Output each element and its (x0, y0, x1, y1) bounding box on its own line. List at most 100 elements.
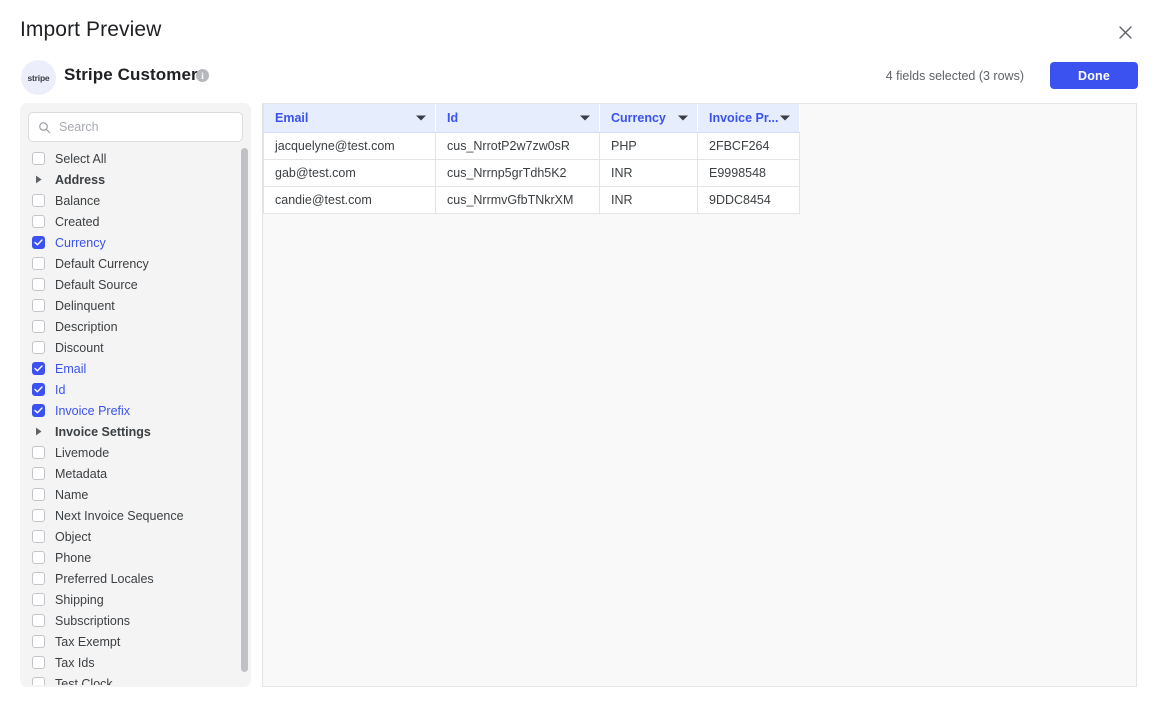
field-checkbox[interactable] (32, 152, 45, 165)
field-label: Balance (55, 193, 101, 208)
import-preview-dialog: Import Preview stripe Stripe Customers i… (0, 0, 1158, 707)
field-row[interactable]: Address (28, 169, 231, 190)
field-row[interactable]: Id (28, 379, 231, 400)
close-icon[interactable] (1114, 21, 1136, 43)
chevron-right-icon[interactable] (32, 173, 45, 186)
field-row[interactable]: Select All (28, 148, 231, 169)
field-row[interactable]: Phone (28, 547, 231, 568)
field-row[interactable]: Default Currency (28, 253, 231, 274)
field-row[interactable]: Metadata (28, 463, 231, 484)
source-title: Stripe Customers (64, 65, 208, 84)
table-row[interactable]: jacquelyne@test.com cus_NrrotP2w7zw0sR PHP… (263, 132, 800, 160)
chevron-down-icon[interactable] (780, 115, 790, 121)
chevron-right-icon[interactable] (32, 425, 45, 438)
search-input[interactable] (59, 120, 239, 134)
field-checkbox[interactable] (32, 635, 45, 648)
search-box[interactable] (28, 112, 243, 142)
table-column-label: Email (275, 110, 309, 125)
field-row[interactable]: Default Source (28, 274, 231, 295)
field-checkbox[interactable] (32, 656, 45, 669)
table-cell-id: cus_Nrrnp5grTdh5K2 (435, 159, 600, 187)
table-cell-invoice_prefix: 9DDC8454 (697, 186, 800, 214)
field-label: Currency (55, 235, 106, 250)
field-checkbox[interactable] (32, 278, 45, 291)
field-checkbox[interactable] (32, 467, 45, 480)
field-checkbox[interactable] (32, 299, 45, 312)
done-button[interactable]: Done (1050, 62, 1138, 89)
field-row[interactable]: Object (28, 526, 231, 547)
table-column-header[interactable]: Email (263, 104, 436, 133)
field-row[interactable]: Tax Ids (28, 652, 231, 673)
field-checkbox[interactable] (32, 446, 45, 459)
field-row[interactable]: Created (28, 211, 231, 232)
chevron-down-icon[interactable] (416, 115, 426, 121)
table-cell-id: cus_NrrmvGfbTNkrXM (435, 186, 600, 214)
field-list-scrollbar-thumb[interactable] (241, 148, 248, 672)
field-label: Address (55, 172, 106, 187)
table-row[interactable]: gab@test.com cus_Nrrnp5grTdh5K2 INR E999854… (263, 159, 800, 187)
field-checkbox[interactable] (32, 614, 45, 627)
table-column-label: Currency (611, 110, 666, 125)
field-checkbox[interactable] (32, 509, 45, 522)
page-title: Import Preview (20, 18, 162, 41)
field-label: Name (55, 487, 89, 502)
field-checkbox[interactable] (32, 530, 45, 543)
field-checkbox[interactable] (32, 404, 45, 417)
field-label: Email (55, 361, 87, 376)
table-column-header[interactable]: Id (435, 104, 600, 133)
field-row[interactable]: Invoice Settings (28, 421, 231, 442)
field-checkbox[interactable] (32, 551, 45, 564)
field-label: Shipping (55, 592, 104, 607)
field-checkbox[interactable] (32, 341, 45, 354)
table-cell-email: gab@test.com (263, 159, 436, 187)
field-row[interactable]: Subscriptions (28, 610, 231, 631)
table-cell-id: cus_NrrotP2w7zw0sR (435, 132, 600, 160)
preview-table: Email Id Currency Invoice Pr... jacquelyne@… (263, 104, 800, 214)
field-checkbox[interactable] (32, 215, 45, 228)
field-row[interactable]: Balance (28, 190, 231, 211)
table-cell-email: candie@test.com (263, 186, 436, 214)
field-row[interactable]: Livemode (28, 442, 231, 463)
table-cell-currency: INR (599, 159, 698, 187)
table-column-header[interactable]: Invoice Pr... (697, 104, 800, 133)
field-checkbox[interactable] (32, 572, 45, 585)
table-column-label: Id (447, 110, 459, 125)
field-row[interactable]: Next Invoice Sequence (28, 505, 231, 526)
field-checkbox[interactable] (32, 194, 45, 207)
table-column-header[interactable]: Currency (599, 104, 698, 133)
field-row[interactable]: Tax Exempt (28, 631, 231, 652)
table-cell-currency: PHP (599, 132, 698, 160)
chevron-down-icon[interactable] (678, 115, 688, 121)
field-row[interactable]: Description (28, 316, 231, 337)
field-list-scrollbar[interactable] (241, 148, 248, 681)
info-icon-glyph: i (201, 70, 204, 81)
field-row[interactable]: Preferred Locales (28, 568, 231, 589)
chevron-down-icon[interactable] (580, 115, 590, 121)
info-icon[interactable]: i (196, 69, 209, 82)
field-checkbox[interactable] (32, 236, 45, 249)
field-row[interactable]: Email (28, 358, 231, 379)
table-cell-invoice_prefix: E9998548 (697, 159, 800, 187)
field-row[interactable]: Invoice Prefix (28, 400, 231, 421)
field-checkbox[interactable] (32, 677, 45, 685)
field-row[interactable]: Currency (28, 232, 231, 253)
field-checkbox[interactable] (32, 362, 45, 375)
table-cell-invoice_prefix: 2FBCF264 (697, 132, 800, 160)
field-row[interactable]: Test Clock (28, 673, 231, 685)
field-label: Test Clock (55, 676, 113, 686)
field-label: Id (55, 382, 66, 397)
field-checkbox[interactable] (32, 593, 45, 606)
field-label: Tax Exempt (55, 634, 121, 649)
field-row[interactable]: Delinquent (28, 295, 231, 316)
field-label: Created (55, 214, 100, 229)
field-checkbox[interactable] (32, 488, 45, 501)
field-row[interactable]: Shipping (28, 589, 231, 610)
field-label: Select All (55, 151, 107, 166)
field-row[interactable]: Name (28, 484, 231, 505)
field-checkbox[interactable] (32, 257, 45, 270)
field-row[interactable]: Discount (28, 337, 231, 358)
field-checkbox[interactable] (32, 320, 45, 333)
field-label: Default Source (55, 277, 138, 292)
field-checkbox[interactable] (32, 383, 45, 396)
table-row[interactable]: candie@test.com cus_NrrmvGfbTNkrXM INR 9DDC… (263, 186, 800, 214)
